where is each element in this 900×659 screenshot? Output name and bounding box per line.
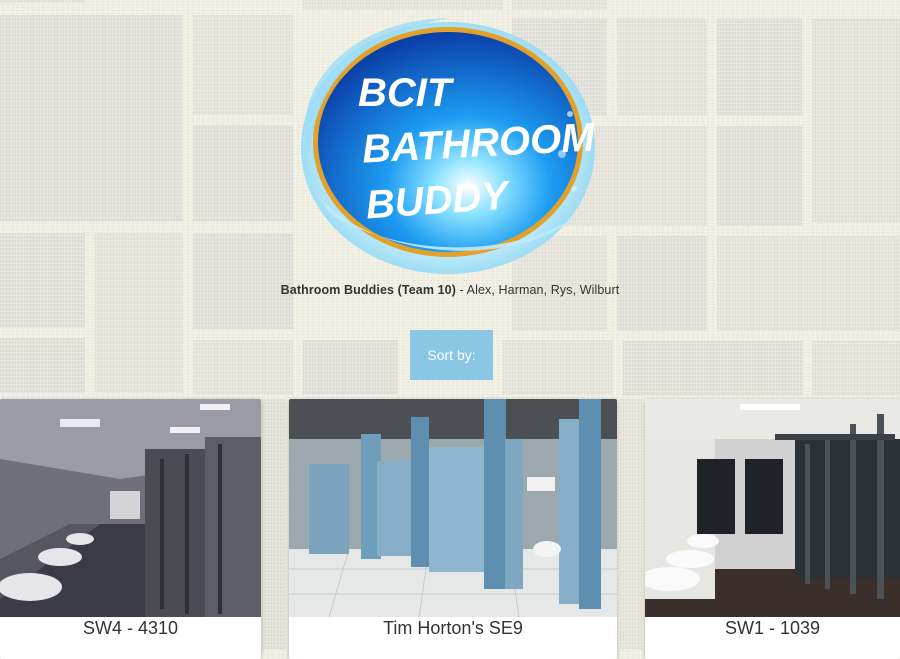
tile: [717, 18, 802, 116]
bathroom-card[interactable]: SW4 - 4310: [0, 399, 261, 659]
tile: [193, 15, 293, 115]
card-label: Tim Horton's SE9: [383, 618, 523, 638]
app-logo: BCIT BATHROOM BUDDY: [300, 14, 597, 278]
sort-by-button[interactable]: Sort by:: [410, 330, 493, 380]
tile: [0, 15, 183, 222]
tile: [95, 233, 183, 393]
tile: [812, 18, 900, 223]
tile: [617, 18, 707, 116]
tile: [812, 341, 900, 396]
tile: [193, 340, 293, 395]
team-members: - Alex, Harman, Rys, Wilburt: [455, 283, 620, 297]
team-name: Bathroom Buddies (Team 10): [280, 283, 456, 297]
card-label: SW1 - 1039: [724, 618, 821, 638]
bathroom-photo: [289, 399, 617, 617]
tile: [0, 233, 85, 328]
team-credits: Bathroom Buddies (Team 10) - Alex, Harma…: [0, 283, 900, 297]
bathroom-photo: [645, 399, 900, 617]
svg-text:BCIT: BCIT: [358, 71, 455, 115]
tile: [193, 233, 293, 330]
tile: [503, 340, 613, 395]
logo-graphic: BCIT BATHROOM BUDDY: [301, 18, 597, 274]
tile: [512, 0, 607, 10]
tile: [193, 125, 293, 222]
bathroom-photo: [0, 399, 261, 617]
tile: [303, 340, 398, 395]
bathroom-card[interactable]: Tim Horton's SE9: [289, 399, 617, 659]
tile: [0, 0, 85, 3]
tile: [623, 341, 803, 396]
tile: [620, 399, 642, 650]
tile: [0, 338, 85, 393]
tile: [303, 0, 503, 10]
tile: [262, 399, 286, 650]
card-label: SW4 - 4310: [82, 618, 179, 638]
bathroom-card[interactable]: SW1 - 1039: [645, 399, 900, 659]
tile: [717, 126, 802, 226]
